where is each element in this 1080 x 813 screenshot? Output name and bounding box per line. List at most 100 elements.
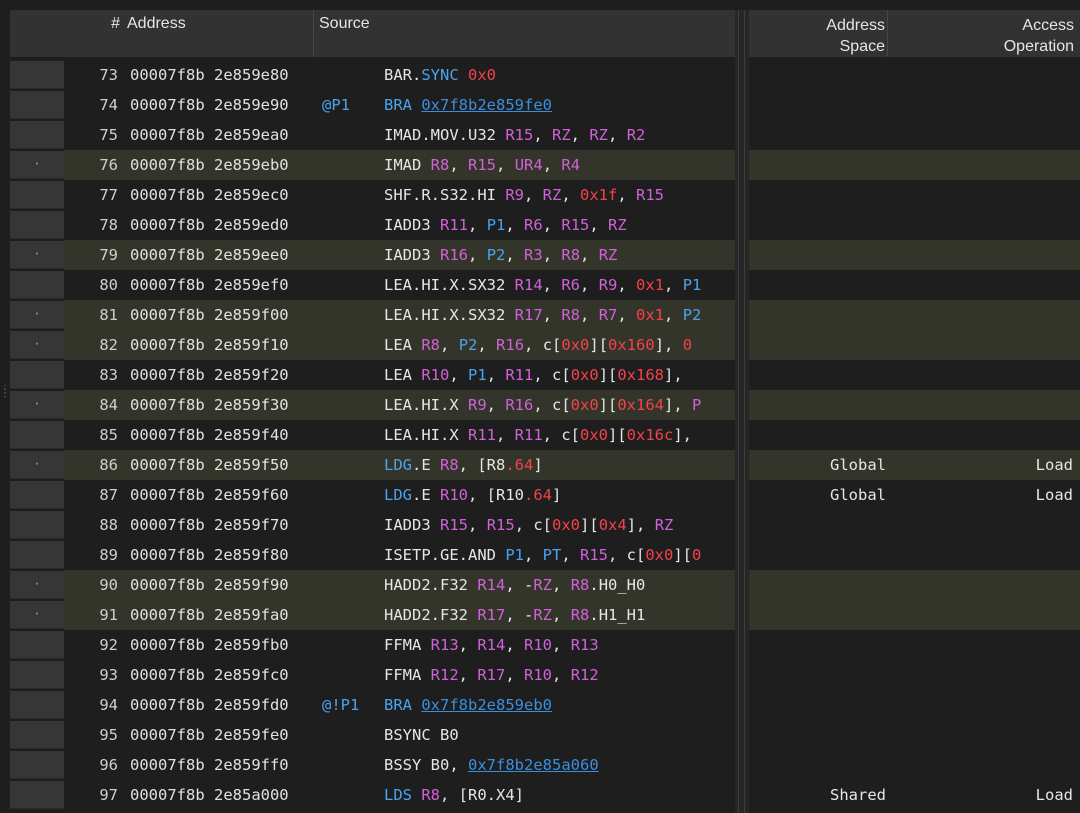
operand-immediate: 0x0 — [570, 396, 599, 414]
operand-register: R6 — [524, 216, 543, 234]
row-marker[interactable] — [10, 691, 64, 719]
instruction: LDG.E R10, [R10.64] — [384, 480, 735, 510]
operand-register: R2 — [626, 126, 646, 144]
row-marker[interactable]: · — [10, 331, 64, 359]
row-marker[interactable] — [10, 361, 64, 389]
row-marker[interactable] — [10, 91, 64, 119]
column-header-source[interactable]: Source — [314, 10, 735, 57]
table-row[interactable]: 77 00007f8b 2e859ec0 SHF.R.S32.HI R9, RZ, … — [0, 180, 1080, 210]
row-marker[interactable]: · — [10, 241, 64, 269]
row-marker[interactable]: · — [10, 451, 64, 479]
table-row[interactable]: · 82 00007f8b 2e859f10 LEA R8, P2, R16, c[0… — [0, 330, 1080, 360]
table-row[interactable]: 87 00007f8b 2e859f60 LDG.E R10, [R10.64] Gl… — [0, 480, 1080, 510]
operand-register: P1 — [468, 366, 487, 384]
table-row[interactable]: 92 00007f8b 2e859fb0 FFMA R13, R14, R10, R… — [0, 630, 1080, 660]
row-marker[interactable] — [10, 271, 64, 299]
operand-text — [505, 306, 514, 324]
operand-register: RZ — [608, 216, 627, 234]
instruction: IADD3 R16, P2, R3, R8, RZ — [384, 240, 735, 270]
instruction: LEA.HI.X R9, R16, c[0x0][0x164], P — [384, 390, 735, 420]
opcode: LEA.HI.X — [384, 396, 459, 414]
table-row[interactable]: 73 00007f8b 2e859e80 BAR.SYNC 0x0 — [0, 60, 1080, 90]
row-marker[interactable] — [10, 481, 64, 509]
table-row[interactable]: 88 00007f8b 2e859f70 IADD3 R15, R15, c[0x0… — [0, 510, 1080, 540]
instruction: LEA.HI.X.SX32 R17, R8, R7, 0x1, P2 — [384, 300, 735, 330]
row-marker[interactable] — [10, 631, 64, 659]
opcode: FFMA — [384, 666, 422, 684]
table-row[interactable]: · 86 00007f8b 2e859f50 LDG.E R8, [R8.64] Glo… — [0, 450, 1080, 480]
table-row[interactable]: · 76 00007f8b 2e859eb0 IMAD R8, R15, UR4, R… — [0, 150, 1080, 180]
row-marker[interactable] — [10, 751, 64, 779]
column-header-access-operation[interactable]: Access Operation — [888, 10, 1080, 57]
table-row[interactable]: 97 00007f8b 2e85a000 LDS R8, [R0.X4] Shared… — [0, 780, 1080, 810]
operand-text: , — [468, 246, 487, 264]
row-marker[interactable] — [10, 181, 64, 209]
table-row[interactable]: 75 00007f8b 2e859ea0 IMAD.MOV.U32 R15, RZ,… — [0, 120, 1080, 150]
branch-target-link[interactable]: 0x7f8b2e859eb0 — [421, 696, 552, 714]
table-row[interactable]: 96 00007f8b 2e859ff0 BSSY B0, 0x7f8b2e85a0… — [0, 750, 1080, 780]
operand-text: ][ — [580, 516, 599, 534]
operand-text: , — [505, 636, 525, 654]
table-row[interactable]: · 90 00007f8b 2e859f90 HADD2.F32 R14, -RZ, … — [0, 570, 1080, 600]
operand-text: , c[ — [542, 426, 580, 444]
row-marker[interactable] — [10, 661, 64, 689]
row-marker[interactable] — [10, 541, 64, 569]
row-marker[interactable] — [10, 511, 64, 539]
instruction-address: 00007f8b 2e859ed0 — [130, 216, 289, 234]
branch-target-link[interactable]: 0x7f8b2e859fe0 — [421, 96, 552, 114]
table-row[interactable]: · 81 00007f8b 2e859f00 LEA.HI.X.SX32 R17, R… — [0, 300, 1080, 330]
opcode: ISETP.GE.AND — [384, 546, 496, 564]
row-marker[interactable] — [10, 121, 64, 149]
table-row[interactable]: 89 00007f8b 2e859f80 ISETP.GE.AND P1, PT, … — [0, 540, 1080, 570]
operand-text — [412, 336, 421, 354]
instruction-address: 00007f8b 2e859fc0 — [130, 666, 289, 684]
operand-text: , — [542, 276, 562, 294]
row-marker[interactable]: · — [10, 571, 64, 599]
operand-register: R9 — [505, 186, 524, 204]
table-row[interactable]: · 79 00007f8b 2e859ee0 IADD3 R16, P2, R3, R… — [0, 240, 1080, 270]
operand-text — [459, 66, 468, 84]
operand-register: PT — [542, 546, 562, 564]
line-number: 94 — [99, 696, 118, 714]
instruction: BRA 0x7f8b2e859eb0 — [384, 690, 735, 720]
column-header-address-space[interactable]: Address Space — [749, 10, 888, 57]
row-marker[interactable] — [10, 781, 64, 809]
row-marker[interactable] — [10, 421, 64, 449]
row-marker[interactable]: · — [10, 601, 64, 629]
line-number: 86 — [99, 456, 118, 474]
column-header-address[interactable]: Address — [122, 10, 314, 57]
predicate: @!P1 — [322, 696, 360, 714]
table-row[interactable]: 93 00007f8b 2e859fc0 FFMA R12, R17, R10, R… — [0, 660, 1080, 690]
instruction-address: 00007f8b 2e859f00 — [130, 306, 289, 324]
table-row[interactable]: 95 00007f8b 2e859fe0 BSYNC B0 — [0, 720, 1080, 750]
column-header-number[interactable]: # — [10, 10, 122, 57]
row-marker[interactable]: · — [10, 391, 64, 419]
operand-register: P — [692, 396, 702, 414]
table-row[interactable]: · 91 00007f8b 2e859fa0 HADD2.F32 R17, -RZ, … — [0, 600, 1080, 630]
operand-text — [412, 786, 421, 804]
opcode: LDG — [384, 456, 412, 474]
table-row[interactable]: 85 00007f8b 2e859f40 LEA.HI.X R11, R11, c[… — [0, 420, 1080, 450]
address-space-cell: Global — [830, 486, 886, 504]
row-marker[interactable]: · — [10, 151, 64, 179]
instruction-address: 00007f8b 2e859ef0 — [130, 276, 289, 294]
row-marker[interactable] — [10, 211, 64, 239]
row-marker[interactable] — [10, 721, 64, 749]
operand-text: , — [505, 246, 525, 264]
table-row[interactable]: 78 00007f8b 2e859ed0 IADD3 R11, P1, R6, R1… — [0, 210, 1080, 240]
table-row[interactable]: 94 00007f8b 2e859fd0 @!P1 BRA 0x7f8b2e859eb… — [0, 690, 1080, 720]
operand-immediate: 0x4 — [598, 516, 627, 534]
row-marker[interactable]: · — [10, 301, 64, 329]
table-row[interactable]: · 84 00007f8b 2e859f30 LEA.HI.X R9, R16, c[… — [0, 390, 1080, 420]
table-row[interactable]: 74 00007f8b 2e859e90 @P1 BRA 0x7f8b2e859fe0 — [0, 90, 1080, 120]
operand-text: , — [617, 276, 637, 294]
row-marker[interactable] — [10, 61, 64, 89]
table-row[interactable]: 83 00007f8b 2e859f20 LEA R10, P1, R11, c[0… — [0, 360, 1080, 390]
branch-target-link[interactable]: 0x7f8b2e85a060 — [468, 756, 599, 774]
operand-text — [505, 276, 514, 294]
operand-text: , [R8 — [458, 456, 506, 474]
instruction: BAR.SYNC 0x0 — [384, 60, 735, 90]
table-row[interactable]: 80 00007f8b 2e859ef0 LEA.HI.X.SX32 R14, R6… — [0, 270, 1080, 300]
operand-immediate: 0x0 — [552, 516, 581, 534]
opcode: LDS — [384, 786, 412, 804]
